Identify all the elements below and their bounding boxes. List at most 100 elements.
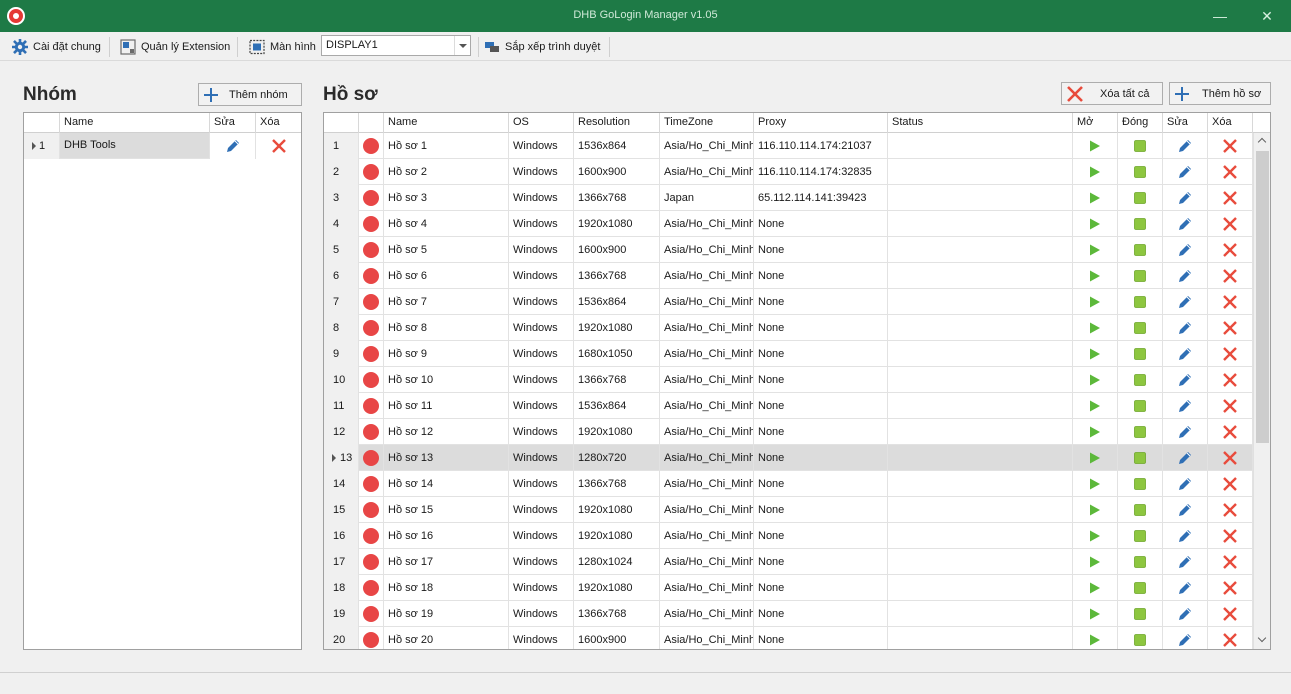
profile-resolution[interactable]: 1536x864 (574, 393, 660, 419)
open-profile-cell[interactable] (1073, 419, 1118, 445)
profile-proxy[interactable]: None (754, 523, 888, 549)
delete-profile-cell[interactable] (1208, 627, 1253, 649)
profile-timezone[interactable]: Asia/Ho_Chi_Minh (660, 315, 754, 341)
close-profile-cell[interactable] (1118, 419, 1163, 445)
close-profile-cell[interactable] (1118, 133, 1163, 159)
play-icon[interactable] (1089, 530, 1101, 542)
table-row[interactable]: 17 Hồ sơ 17 Windows 1280x1024 Asia/Ho_Chi_Mi… (324, 549, 1253, 575)
profile-name[interactable]: Hồ sơ 2 (384, 159, 509, 185)
profile-name[interactable]: Hồ sơ 1 (384, 133, 509, 159)
profile-resolution[interactable]: 1536x864 (574, 133, 660, 159)
profile-name[interactable]: Hồ sơ 3 (384, 185, 509, 211)
play-icon[interactable] (1089, 634, 1101, 646)
table-row[interactable]: 3 Hồ sơ 3 Windows 1366x768 Japan 65.112.114.1… (324, 185, 1253, 211)
profile-os[interactable]: Windows (509, 237, 574, 263)
close-profile-cell[interactable] (1118, 367, 1163, 393)
delete-profile-cell[interactable] (1208, 601, 1253, 627)
settings-button[interactable]: Cài đặt chung (12, 36, 101, 57)
profile-status[interactable] (888, 393, 1073, 419)
open-profile-cell[interactable] (1073, 445, 1118, 471)
stop-icon[interactable] (1134, 556, 1146, 568)
profile-name[interactable]: Hồ sơ 6 (384, 263, 509, 289)
edit-profile-cell[interactable] (1163, 471, 1208, 497)
profile-status[interactable] (888, 627, 1073, 649)
profile-timezone[interactable]: Asia/Ho_Chi_Minh (660, 367, 754, 393)
stop-icon[interactable] (1134, 348, 1146, 360)
stop-icon[interactable] (1134, 296, 1146, 308)
profile-timezone[interactable]: Asia/Ho_Chi_Minh (660, 341, 754, 367)
stop-icon[interactable] (1134, 270, 1146, 282)
edit-profile-cell[interactable] (1163, 185, 1208, 211)
play-icon[interactable] (1089, 270, 1101, 282)
table-row[interactable]: 6 Hồ sơ 6 Windows 1366x768 Asia/Ho_Chi_Minh N… (324, 263, 1253, 289)
profile-proxy[interactable]: None (754, 419, 888, 445)
close-x-icon[interactable] (1222, 398, 1238, 414)
edit-profile-cell[interactable] (1163, 289, 1208, 315)
header-name[interactable]: Name (60, 113, 210, 133)
profile-os[interactable]: Windows (509, 419, 574, 445)
profile-status[interactable] (888, 601, 1073, 627)
pencil-icon[interactable] (1177, 138, 1193, 154)
pencil-icon[interactable] (1177, 476, 1193, 492)
header-name[interactable]: Name (384, 113, 509, 133)
pencil-icon[interactable] (1177, 190, 1193, 206)
profile-timezone[interactable]: Asia/Ho_Chi_Minh (660, 211, 754, 237)
profile-resolution[interactable]: 1920x1080 (574, 315, 660, 341)
header-timezone[interactable]: TimeZone (660, 113, 754, 133)
pencil-icon[interactable] (1177, 554, 1193, 570)
delete-profile-cell[interactable] (1208, 185, 1253, 211)
close-profile-cell[interactable] (1118, 497, 1163, 523)
close-x-icon[interactable] (1222, 528, 1238, 544)
scroll-thumb[interactable] (1256, 151, 1269, 443)
table-row[interactable]: 13 Hồ sơ 13 Windows 1280x720 Asia/Ho_Chi_Min… (324, 445, 1253, 471)
open-profile-cell[interactable] (1073, 497, 1118, 523)
table-row[interactable]: 4 Hồ sơ 4 Windows 1920x1080 Asia/Ho_Chi_Minh… (324, 211, 1253, 237)
stop-icon[interactable] (1134, 634, 1146, 646)
profile-proxy[interactable]: None (754, 211, 888, 237)
close-x-icon[interactable] (1222, 164, 1238, 180)
profile-status[interactable] (888, 471, 1073, 497)
profile-name[interactable]: Hồ sơ 7 (384, 289, 509, 315)
profile-resolution[interactable]: 1600x900 (574, 237, 660, 263)
profile-status[interactable] (888, 185, 1073, 211)
pencil-icon[interactable] (1177, 268, 1193, 284)
profile-resolution[interactable]: 1920x1080 (574, 575, 660, 601)
profile-proxy[interactable]: 116.110.114.174:21037 (754, 133, 888, 159)
profile-proxy[interactable]: None (754, 393, 888, 419)
profile-timezone[interactable]: Japan (660, 185, 754, 211)
stop-icon[interactable] (1134, 166, 1146, 178)
profile-name[interactable]: Hồ sơ 16 (384, 523, 509, 549)
header-os[interactable]: OS (509, 113, 574, 133)
pencil-icon[interactable] (1177, 528, 1193, 544)
profile-proxy[interactable]: None (754, 341, 888, 367)
table-row[interactable]: 18 Hồ sơ 18 Windows 1920x1080 Asia/Ho_Chi_Mi… (324, 575, 1253, 601)
open-profile-cell[interactable] (1073, 289, 1118, 315)
profile-timezone[interactable]: Asia/Ho_Chi_Minh (660, 159, 754, 185)
close-profile-cell[interactable] (1118, 627, 1163, 649)
display-select[interactable]: DISPLAY1 (321, 35, 471, 56)
table-row[interactable]: 20 Hồ sơ 20 Windows 1600x900 Asia/Ho_Chi_Min… (324, 627, 1253, 649)
profile-status[interactable] (888, 497, 1073, 523)
edit-profile-cell[interactable] (1163, 601, 1208, 627)
close-x-icon[interactable] (1222, 450, 1238, 466)
profile-timezone[interactable]: Asia/Ho_Chi_Minh (660, 393, 754, 419)
stop-icon[interactable] (1134, 322, 1146, 334)
profile-resolution[interactable]: 1920x1080 (574, 211, 660, 237)
pencil-icon[interactable] (1177, 606, 1193, 622)
header-open[interactable]: Mở (1073, 113, 1118, 133)
group-edit-cell[interactable] (210, 133, 256, 159)
open-profile-cell[interactable] (1073, 575, 1118, 601)
close-profile-cell[interactable] (1118, 523, 1163, 549)
play-icon[interactable] (1089, 582, 1101, 594)
profile-proxy[interactable]: None (754, 627, 888, 649)
table-row[interactable]: 9 Hồ sơ 9 Windows 1680x1050 Asia/Ho_Chi_Minh… (324, 341, 1253, 367)
edit-profile-cell[interactable] (1163, 211, 1208, 237)
profile-os[interactable]: Windows (509, 471, 574, 497)
delete-profile-cell[interactable] (1208, 523, 1253, 549)
profile-os[interactable]: Windows (509, 315, 574, 341)
close-profile-cell[interactable] (1118, 601, 1163, 627)
header-resolution[interactable]: Resolution (574, 113, 660, 133)
stop-icon[interactable] (1134, 244, 1146, 256)
play-icon[interactable] (1089, 452, 1101, 464)
stop-icon[interactable] (1134, 426, 1146, 438)
